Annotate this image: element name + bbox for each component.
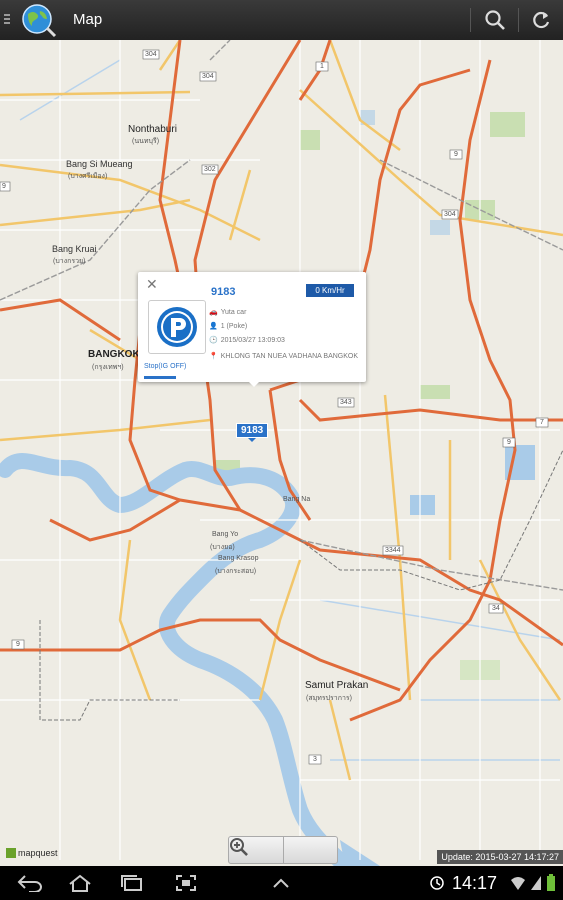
route-shield: 343 bbox=[340, 399, 352, 406]
mapquest-logo-icon bbox=[6, 848, 16, 858]
place-label: Bang Kruai bbox=[52, 244, 97, 254]
route-shield: 34 bbox=[492, 605, 500, 612]
place-label: Samut Prakan bbox=[305, 680, 369, 691]
status-underline bbox=[144, 376, 176, 379]
place-label-thai: (บางกรวย) bbox=[53, 258, 86, 265]
vehicle-marker[interactable]: 9183 bbox=[236, 423, 269, 438]
zoom-in-button[interactable] bbox=[230, 837, 338, 863]
zoom-controls bbox=[228, 836, 338, 864]
place-label: BANGKOK bbox=[88, 349, 140, 360]
route-shield: 7 bbox=[540, 419, 544, 426]
page-title: Map bbox=[73, 11, 103, 28]
car-type-row: 🚗 Yuta car bbox=[209, 308, 246, 317]
route-shield: 302 bbox=[204, 166, 216, 173]
parking-icon bbox=[157, 307, 197, 347]
popup-pointer bbox=[248, 381, 260, 387]
menu-icon[interactable] bbox=[4, 14, 10, 26]
place-label-thai: (บางศรีเมือง) bbox=[68, 173, 108, 180]
route-shield: 3344 bbox=[385, 547, 401, 554]
place-label-thai: (นนทบุรี) bbox=[132, 138, 160, 145]
system-navigation-bar: 14:17 bbox=[0, 866, 563, 900]
signal-icon bbox=[531, 876, 541, 890]
datetime-row: 🕒 2015/03/27 13:09:03 bbox=[209, 336, 285, 345]
driver-row: 👤 1 (Poke) bbox=[209, 322, 247, 331]
vehicle-info-popup: ✕ 9183 0 Km/Hr 🚗 Yuta car 👤 1 (Poke) 🕒 2… bbox=[138, 272, 366, 387]
update-timestamp: Update: 2015-03-27 14:17:27 bbox=[437, 850, 563, 864]
route-shield: 304 bbox=[444, 211, 456, 218]
recent-apps-button[interactable] bbox=[114, 866, 150, 900]
person-icon: 👤 bbox=[209, 323, 218, 330]
car-type: Yuta car bbox=[220, 309, 247, 316]
route-shield: 9 bbox=[454, 151, 458, 158]
route-shield: 9 bbox=[2, 183, 6, 190]
place-label: Bang Yo bbox=[212, 531, 239, 538]
globe-icon[interactable] bbox=[20, 2, 58, 38]
status-clock: 14:17 bbox=[452, 873, 498, 893]
sync-status-icon bbox=[430, 876, 444, 890]
location-text: KHLONG TAN NUEA VADHANA BANGKOK bbox=[220, 353, 359, 360]
chevron-up-icon bbox=[273, 878, 289, 888]
place-label-thai: (สมุทรปราการ) bbox=[306, 695, 352, 702]
vehicle-status-image bbox=[148, 300, 206, 354]
location-pin-icon: 📍 bbox=[209, 353, 218, 360]
place-label-thai: (กรุงเทพฯ) bbox=[92, 364, 124, 371]
route-shield: 9 bbox=[507, 439, 511, 446]
divider bbox=[470, 8, 471, 32]
speed-badge: 0 Km/Hr bbox=[306, 284, 354, 297]
route-shield: 9 bbox=[16, 641, 20, 648]
battery-icon bbox=[547, 874, 555, 891]
zoom-in-icon bbox=[230, 838, 248, 856]
back-icon bbox=[17, 875, 42, 892]
route-shield: 1 bbox=[320, 63, 324, 70]
datetime: 2015/03/27 13:09:03 bbox=[220, 337, 285, 344]
screenshot-button[interactable] bbox=[168, 866, 204, 900]
map-view[interactable]: Nonthaburi (นนทบุรี) Bang Si Mueang (บาง… bbox=[0, 40, 563, 866]
place-label: Bang Na bbox=[283, 496, 311, 503]
refresh-button[interactable] bbox=[518, 0, 563, 40]
search-button[interactable] bbox=[472, 0, 518, 40]
map-attribution: mapquest bbox=[6, 848, 58, 858]
location-row: 📍 KHLONG TAN NUEA VADHANA BANGKOK bbox=[209, 352, 358, 361]
place-label: Nonthaburi bbox=[128, 124, 177, 135]
driver-name: 1 (Poke) bbox=[220, 323, 248, 330]
place-label-thai: (บางกระสอบ) bbox=[215, 568, 257, 575]
refresh-icon bbox=[533, 11, 550, 29]
close-icon[interactable]: ✕ bbox=[146, 276, 158, 293]
back-button[interactable] bbox=[12, 866, 48, 900]
car-icon: 🚗 bbox=[209, 309, 218, 316]
route-shield: 304 bbox=[145, 51, 157, 58]
place-label: Bang Si Mueang bbox=[66, 159, 133, 169]
recent-apps-icon bbox=[121, 875, 142, 891]
vehicle-id: 9183 bbox=[211, 286, 236, 298]
home-icon bbox=[69, 874, 91, 892]
action-bar: Map bbox=[0, 0, 563, 41]
menu-up-button[interactable] bbox=[266, 866, 296, 900]
search-icon bbox=[485, 10, 505, 30]
place-label: Bang Krasop bbox=[218, 555, 259, 562]
route-shield: 304 bbox=[202, 73, 214, 80]
screenshot-icon bbox=[176, 875, 196, 891]
clock-icon: 🕒 bbox=[209, 337, 218, 344]
wifi-icon bbox=[511, 877, 525, 890]
place-label-thai: (บางยอ) bbox=[210, 544, 235, 551]
route-shield: 3 bbox=[313, 756, 317, 763]
ignition-status[interactable]: Stop(IG OFF) bbox=[144, 363, 186, 370]
home-button[interactable] bbox=[62, 866, 98, 900]
vehicle-marker-pointer bbox=[248, 438, 256, 442]
